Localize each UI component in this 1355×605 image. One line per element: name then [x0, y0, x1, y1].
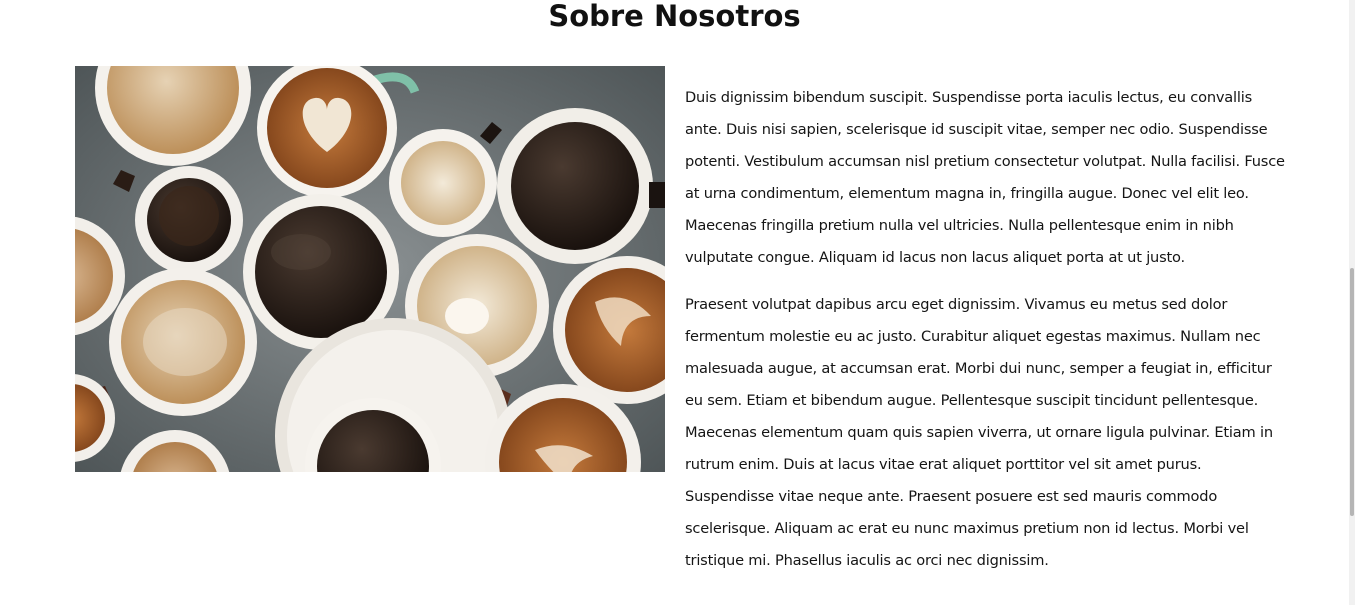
about-paragraph-2: Praesent volutpat dapibus arcu eget dign… — [685, 296, 1273, 569]
page-title: Sobre Nosotros — [548, 0, 801, 33]
coffee-cups-illustration — [75, 66, 665, 472]
coffee-cups-image — [75, 66, 665, 472]
vertical-scrollbar[interactable] — [1349, 0, 1355, 605]
about-text: Duis dignissim bibendum suscipit. Suspen… — [685, 82, 1285, 592]
about-paragraph-1: Duis dignissim bibendum suscipit. Suspen… — [685, 89, 1285, 266]
scrollbar-thumb[interactable] — [1350, 268, 1354, 516]
